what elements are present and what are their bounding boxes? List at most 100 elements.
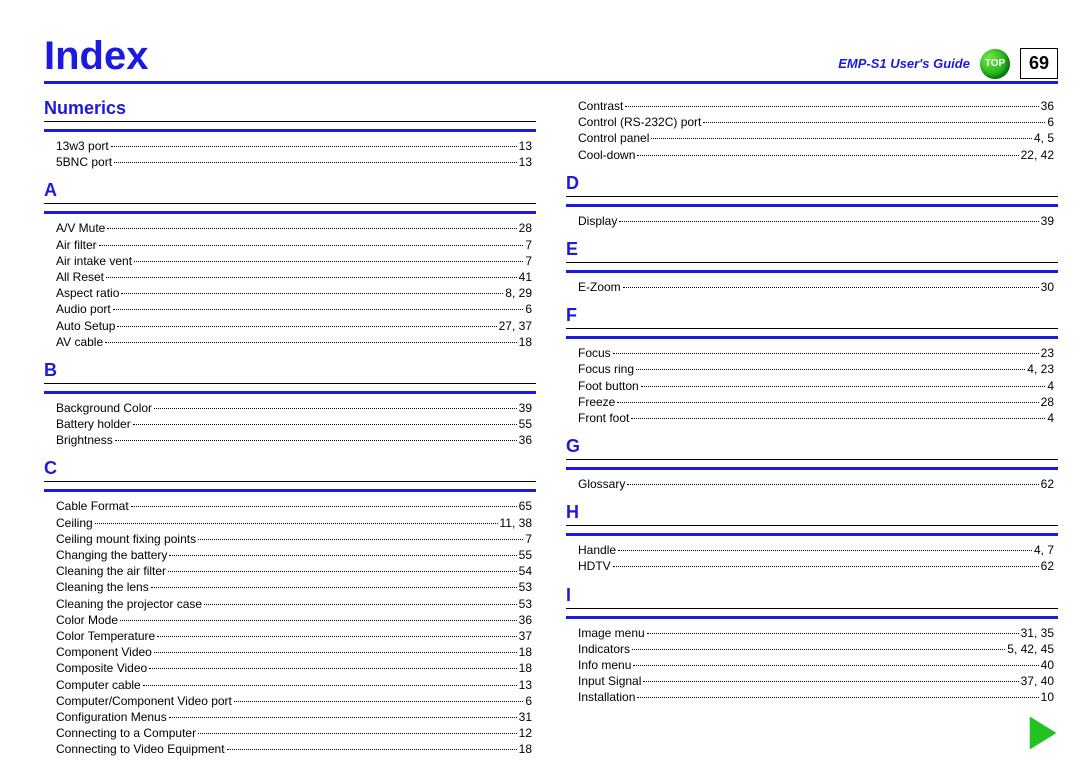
index-entry[interactable]: Changing the battery 55 — [56, 547, 532, 563]
index-entry[interactable]: Focus ring 4, 23 — [578, 361, 1054, 377]
entry-pages: 39 — [519, 400, 532, 416]
section-divider — [566, 459, 1058, 470]
entry-term: Background Color — [56, 400, 152, 416]
entry-term: Aspect ratio — [56, 285, 119, 301]
entry-term: Info menu — [578, 657, 631, 673]
index-entry[interactable]: Computer/Component Video port 6 — [56, 693, 532, 709]
index-entry[interactable]: Brightness 36 — [56, 432, 532, 448]
index-entry[interactable]: Color Mode 36 — [56, 612, 532, 628]
index-entry[interactable]: Contrast 36 — [578, 98, 1054, 114]
entry-term: A/V Mute — [56, 220, 105, 236]
page-title: Index — [44, 34, 148, 79]
leader-dots — [625, 106, 1038, 107]
index-entry[interactable]: Connecting to Video Equipment 18 — [56, 741, 532, 757]
next-page-arrow-icon[interactable] — [1030, 717, 1056, 749]
index-entry[interactable]: 13w3 port 13 — [56, 138, 532, 154]
index-section: IImage menu 31, 35Indicators 5, 42, 45In… — [566, 585, 1058, 706]
entries: E-Zoom 30 — [566, 279, 1058, 295]
index-entry[interactable]: Control panel 4, 5 — [578, 130, 1054, 146]
index-entry[interactable]: Background Color 39 — [56, 400, 532, 416]
index-entry[interactable]: Glossary 62 — [578, 476, 1054, 492]
index-section: GGlossary 62 — [566, 436, 1058, 492]
section-heading: C — [44, 458, 536, 479]
index-entry[interactable]: Cable Format 65 — [56, 498, 532, 514]
index-entry[interactable]: Cleaning the lens 53 — [56, 579, 532, 595]
entry-pages: 31 — [519, 709, 532, 725]
index-entry[interactable]: Aspect ratio 8, 29 — [56, 285, 532, 301]
index-entry[interactable]: Component Video 18 — [56, 644, 532, 660]
entry-term: E-Zoom — [578, 279, 621, 295]
index-entry[interactable]: HDTV 62 — [578, 558, 1054, 574]
entry-term: Computer/Component Video port — [56, 693, 232, 709]
entry-pages: 13 — [519, 138, 532, 154]
index-entry[interactable]: Composite Video 18 — [56, 660, 532, 676]
index-entry[interactable]: Air intake vent 7 — [56, 253, 532, 269]
index-entry[interactable]: Freeze 28 — [578, 394, 1054, 410]
entry-pages: 39 — [1041, 213, 1054, 229]
entry-pages: 55 — [519, 416, 532, 432]
entries: Display 39 — [566, 213, 1058, 229]
leader-dots — [120, 620, 517, 621]
index-entry[interactable]: Foot button 4 — [578, 378, 1054, 394]
leader-dots — [198, 733, 517, 734]
index-entry[interactable]: A/V Mute 28 — [56, 220, 532, 236]
entry-term: Air filter — [56, 237, 97, 253]
index-entry[interactable]: Audio port 6 — [56, 301, 532, 317]
leader-dots — [143, 685, 517, 686]
index-entry[interactable]: All Reset 41 — [56, 269, 532, 285]
entry-term: Brightness — [56, 432, 113, 448]
section-divider — [44, 121, 536, 132]
leader-dots — [114, 162, 517, 163]
index-entry[interactable]: Control (RS-232C) port 6 — [578, 114, 1054, 130]
index-entry[interactable]: Color Temperature 37 — [56, 628, 532, 644]
entry-term: Indicators — [578, 641, 630, 657]
index-entry[interactable]: Input Signal 37, 40 — [578, 673, 1054, 689]
index-entry[interactable]: Configuration Menus 31 — [56, 709, 532, 725]
section-divider — [566, 196, 1058, 207]
header-right: EMP-S1 User's Guide TOP 69 — [838, 48, 1058, 79]
entry-pages: 37, 40 — [1021, 673, 1054, 689]
index-entry[interactable]: Cool-down 22, 42 — [578, 147, 1054, 163]
index-entry[interactable]: E-Zoom 30 — [578, 279, 1054, 295]
index-entry[interactable]: Ceiling 11, 38 — [56, 515, 532, 531]
index-entry[interactable]: Connecting to a Computer 12 — [56, 725, 532, 741]
entry-pages: 23 — [1041, 345, 1054, 361]
index-entry[interactable]: Image menu 31, 35 — [578, 625, 1054, 641]
entry-pages: 18 — [519, 644, 532, 660]
entry-pages: 4 — [1047, 378, 1054, 394]
index-entry[interactable]: Handle 4, 7 — [578, 542, 1054, 558]
section-divider — [566, 608, 1058, 619]
index-section: E E-Zoom 30 — [566, 239, 1058, 295]
index-entry[interactable]: Battery holder 55 — [56, 416, 532, 432]
top-icon[interactable]: TOP — [980, 49, 1010, 79]
index-entry[interactable]: Display 39 — [578, 213, 1054, 229]
index-entry[interactable]: Installation 10 — [578, 689, 1054, 705]
index-entry[interactable]: Focus 23 — [578, 345, 1054, 361]
index-entry[interactable]: Cleaning the air filter 54 — [56, 563, 532, 579]
section-heading: E — [566, 239, 1058, 260]
section-divider — [566, 525, 1058, 536]
entry-term: Glossary — [578, 476, 625, 492]
entries: A/V Mute 28Air filter 7Air intake vent 7… — [44, 220, 536, 350]
entry-pages: 53 — [519, 579, 532, 595]
index-entry[interactable]: Cleaning the projector case 53 — [56, 596, 532, 612]
index-entry[interactable]: Front foot 4 — [578, 410, 1054, 426]
entry-pages: 30 — [1041, 279, 1054, 295]
index-entry[interactable]: AV cable 18 — [56, 334, 532, 350]
index-entry[interactable]: Indicators 5, 42, 45 — [578, 641, 1054, 657]
index-entry[interactable]: Ceiling mount fixing points 7 — [56, 531, 532, 547]
index-entry[interactable]: Computer cable 13 — [56, 677, 532, 693]
section-divider — [44, 481, 536, 492]
entry-pages: 18 — [519, 334, 532, 350]
entry-term: Cleaning the lens — [56, 579, 149, 595]
index-entry[interactable]: 5BNC port 13 — [56, 154, 532, 170]
index-entry[interactable]: Info menu 40 — [578, 657, 1054, 673]
index-entry[interactable]: Air filter 7 — [56, 237, 532, 253]
section-heading: D — [566, 173, 1058, 194]
index-entry[interactable]: Auto Setup 27, 37 — [56, 318, 532, 334]
entry-pages: 18 — [519, 741, 532, 757]
entry-pages: 31, 35 — [1021, 625, 1054, 641]
entry-term: Display — [578, 213, 617, 229]
entry-term: Ceiling — [56, 515, 93, 531]
entry-term: HDTV — [578, 558, 611, 574]
